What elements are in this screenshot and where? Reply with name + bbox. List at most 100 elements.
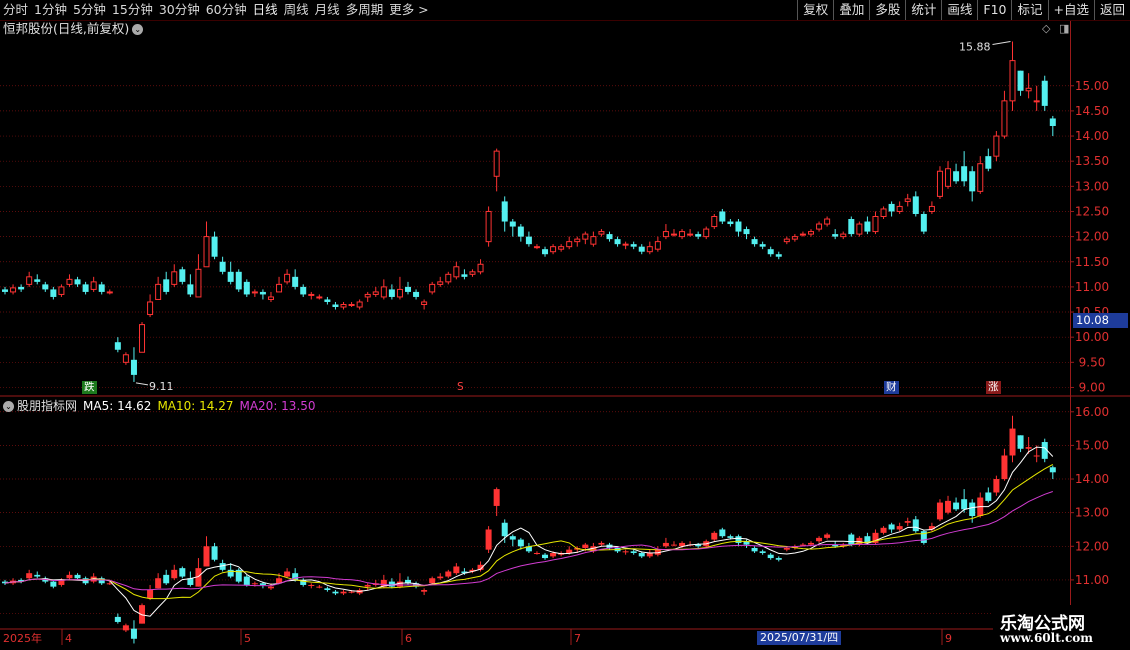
panel-icons: ◇ ◨	[1042, 22, 1069, 35]
main-y-tick-label: 11.50	[1075, 255, 1109, 269]
main-candle-up	[566, 241, 573, 248]
main-candle-down	[324, 299, 331, 302]
lower-candle-up	[783, 547, 790, 550]
lower-candle-down	[501, 522, 508, 537]
main-candle-up	[421, 301, 428, 305]
lower-candle-down	[259, 583, 266, 585]
main-candle-up	[904, 198, 911, 202]
main-candle-up	[646, 246, 653, 253]
main-y-tick-label: 14.50	[1075, 104, 1109, 118]
lower-candle-up	[316, 586, 323, 588]
lower-candle-up	[670, 544, 677, 546]
x-tick-label: 9	[945, 632, 952, 645]
main-candle-down	[179, 269, 186, 282]
main-candle-down	[34, 279, 41, 282]
main-candle-up	[590, 236, 597, 245]
main-candle-up	[276, 283, 283, 293]
main-candle-up	[477, 263, 484, 273]
badge-die[interactable]: 跌	[82, 381, 97, 394]
main-candle-down	[743, 229, 750, 235]
lower-candle-down	[1049, 467, 1056, 473]
main-candle-up	[945, 168, 952, 187]
current-price-tag: 10.08	[1073, 313, 1128, 328]
main-y-tick-label: 12.00	[1075, 230, 1109, 244]
main-candle-down	[413, 291, 420, 297]
ma5-line	[4, 446, 1054, 617]
main-candle-up	[203, 236, 210, 268]
main-candle-up	[1009, 60, 1016, 102]
watermark-url: www.60lt.com	[1000, 631, 1093, 645]
lower-candle-up	[66, 574, 73, 579]
lower-candle-down	[243, 576, 250, 585]
lower-candle-down	[332, 591, 339, 594]
lower-candle-up	[437, 576, 444, 579]
main-candle-up	[195, 268, 202, 298]
lower-candle-down	[1017, 435, 1024, 449]
stock-title-text: 恒邦股份(日线,前复权)	[3, 21, 130, 36]
main-candle-down	[542, 249, 549, 255]
title-dropdown-icon[interactable]: ⌄	[132, 24, 144, 35]
main-candle-down	[388, 289, 395, 297]
window-icon[interactable]: ◨	[1059, 22, 1069, 35]
lower-candle-up	[598, 542, 605, 545]
main-candle-up	[469, 271, 476, 275]
main-candle-up	[396, 288, 403, 298]
main-candle-down	[735, 221, 742, 232]
main-candle-up	[1033, 100, 1040, 103]
x-tick-label: 4	[65, 632, 72, 645]
main-candle-down	[332, 304, 339, 308]
main-candle-down	[243, 281, 250, 295]
lower-candle-down	[179, 568, 186, 577]
main-candle-up	[26, 276, 33, 285]
main-candle-up	[872, 216, 879, 233]
kline-chart[interactable]: 15.00 14.50 14.00 13.50 13.00 12.50 12.00 11.50…	[0, 0, 1130, 650]
main-candle-up	[493, 150, 500, 177]
ma5-label: MA5: 14.62	[83, 399, 152, 413]
main-candle-down	[517, 226, 524, 237]
main-candle-down	[969, 171, 976, 192]
diamond-icon[interactable]: ◇	[1042, 22, 1050, 35]
main-candle-up	[711, 216, 718, 228]
main-candle-up	[445, 273, 452, 283]
main-candle-up	[429, 283, 436, 293]
badge-s[interactable]: S	[455, 381, 466, 394]
lower-candle-up	[816, 537, 823, 542]
main-candle-up	[1025, 87, 1032, 92]
main-candle-down	[695, 234, 702, 237]
indicator-dropdown-icon[interactable]: ⌄	[3, 401, 14, 412]
main-y-tick-label: 14.00	[1075, 129, 1109, 143]
lower-candle-down	[509, 536, 516, 540]
badge-zhang[interactable]: 涨	[986, 381, 1001, 394]
main-candle-up	[654, 241, 661, 250]
lower-candle-down	[542, 554, 549, 559]
lower-candle-up	[348, 591, 355, 593]
lower-candle-up	[662, 542, 669, 547]
lower-candle-up	[711, 532, 718, 540]
lower-candle-up	[896, 526, 903, 530]
badge-cai[interactable]: 财	[884, 381, 899, 394]
lower-candle-up	[1033, 455, 1040, 457]
main-candle-up	[816, 223, 823, 230]
cursor-date-tag: 2025/07/31/四	[757, 631, 842, 645]
main-candle-up	[364, 293, 371, 298]
main-candle-up	[1001, 100, 1008, 137]
lower-candle-down	[517, 539, 524, 547]
lower-candle-up	[1001, 455, 1008, 480]
main-candle-up	[791, 236, 798, 240]
stock-title: 恒邦股份(日线,前复权) ⌄	[3, 21, 144, 37]
main-candle-down	[888, 203, 895, 212]
main-candle-down	[920, 213, 927, 232]
high-price-label: 15.88	[959, 41, 991, 54]
main-candle-down	[630, 244, 637, 247]
main-candle-up	[316, 296, 323, 299]
main-candle-down	[292, 276, 299, 287]
x-tick-label: 2025年	[3, 631, 42, 645]
main-candle-down	[751, 239, 758, 245]
main-candle-up	[90, 281, 97, 290]
main-candle-up	[679, 231, 686, 238]
lower-candle-up	[340, 591, 347, 594]
main-candle-up	[703, 228, 710, 238]
main-candle-down	[211, 236, 218, 257]
main-y-tick-label: 12.50	[1075, 204, 1109, 218]
lower-candle-up	[550, 553, 557, 557]
